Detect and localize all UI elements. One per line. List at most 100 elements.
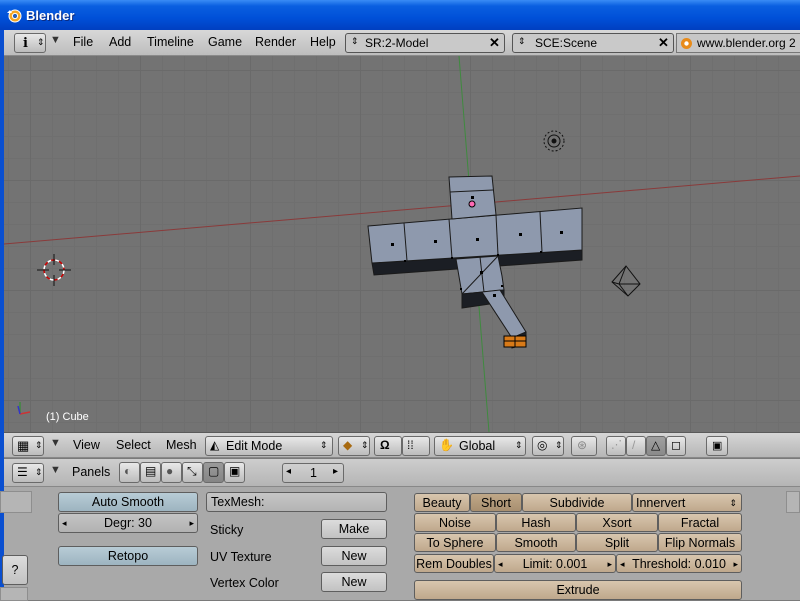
sticky-make-button[interactable]: Make (321, 519, 387, 539)
shading-context-button[interactable]: ● (161, 462, 182, 483)
updown-icon: ⇕ (515, 440, 523, 450)
delete-screen-icon[interactable]: ✕ (489, 35, 500, 51)
updown-icon: ⇕ (37, 37, 45, 47)
draw-type-icon: ◆ (343, 438, 353, 452)
edge-select-icon: / (632, 438, 636, 452)
collapse-triangle-icon[interactable]: ▼ (50, 34, 61, 46)
xsort-button[interactable]: Xsort (576, 513, 658, 532)
blender-org-link[interactable]: www.blender.org 2 (676, 33, 800, 53)
hash-button[interactable]: Hash (496, 513, 576, 532)
lamp-icon (543, 130, 565, 152)
menu-timeline[interactable]: Timeline (147, 35, 194, 49)
image-icon: ▣ (712, 440, 723, 452)
proportional-edit-button[interactable]: ◎ ⇕ (532, 436, 564, 456)
updown-icon: ⇕ (518, 36, 526, 46)
magnet-icon: Ω (380, 438, 390, 452)
updown-icon: ⇕ (555, 440, 563, 450)
menu-file[interactable]: File (73, 35, 93, 49)
menu-game[interactable]: Game (208, 35, 242, 49)
short-toggle[interactable]: Short (470, 493, 522, 512)
texmesh-field[interactable]: TexMesh: (206, 492, 387, 512)
to-sphere-button[interactable]: To Sphere (414, 533, 496, 552)
edge-select-button[interactable]: / (626, 436, 646, 456)
collapse-triangle-icon[interactable]: ▼ (50, 437, 61, 449)
object-context-button[interactable]: ⤡ (182, 462, 203, 483)
edit-mode-icon: ◭ (210, 438, 220, 452)
hand-icon: ✋ (439, 438, 454, 452)
logic-icon: ◐ (124, 464, 132, 478)
viewport-header: ▦ ⇕ ▼ View Select Mesh ◭ Edit Mode ⇕ ◆ ⇕… (4, 432, 800, 458)
vertex-color-new-button[interactable]: New (321, 572, 387, 592)
main-menubar: i ⇕ ▼ File Add Timeline Game Render Help… (4, 30, 800, 56)
snap-icon: ⁞⁞ (407, 438, 414, 452)
vertex-color-label: Vertex Color (210, 576, 279, 590)
right-arrow-icon: ▸ (189, 518, 194, 528)
buttons-header: ☰ ⇕ ▼ Panels ◐ ▤ ● ⤡ ▢ ▣ ◂ 1 ▸ (4, 459, 800, 487)
menu-render[interactable]: Render (255, 35, 296, 49)
smooth-button[interactable]: Smooth (496, 533, 576, 552)
target-icon: ◎ (537, 438, 548, 452)
noise-button[interactable]: Noise (414, 513, 496, 532)
uv-texture-new-button[interactable]: New (321, 546, 387, 566)
scene-context-button[interactable]: ▣ (224, 462, 245, 483)
script-context-button[interactable]: ▤ (140, 462, 161, 483)
scene-name: SCE:Scene (535, 36, 598, 50)
menu-help[interactable]: Help (310, 35, 336, 49)
subdivide-button[interactable]: Subdivide (522, 493, 632, 512)
split-button[interactable]: Split (576, 533, 658, 552)
mesh-cube (367, 175, 583, 349)
window-type-button[interactable]: ▦ ⇕ (12, 436, 44, 456)
menu-select[interactable]: Select (116, 438, 151, 452)
face-select-button[interactable]: △ (646, 436, 666, 456)
snap-button[interactable]: ⁞⁞ (402, 436, 430, 456)
offscreen-panel-right (786, 491, 800, 513)
degr-field[interactable]: ◂ Degr: 30 ▸ (58, 513, 198, 533)
delete-scene-icon[interactable]: ✕ (658, 35, 669, 51)
window-title: Blender (26, 8, 75, 23)
screen-selector[interactable]: ⇕ SR:2-Model ✕ (345, 33, 505, 53)
occlude-icon: ⊛ (577, 438, 588, 452)
page-number-field[interactable]: ◂ 1 ▸ (282, 463, 344, 483)
menu-view[interactable]: View (73, 438, 100, 452)
orientation-selector[interactable]: ✋ Global ⇕ (434, 436, 526, 456)
retopo-toggle[interactable]: Retopo (58, 546, 198, 566)
orientation-label: Global (459, 439, 496, 453)
help-button[interactable]: ? (2, 555, 28, 585)
url-text: www.blender.org 2 (697, 36, 796, 50)
beauty-toggle[interactable]: Beauty (414, 493, 470, 512)
limit-selection-button[interactable]: ◻ (666, 436, 686, 456)
fractal-button[interactable]: Fractal (658, 513, 742, 532)
left-arrow-icon: ◂ (62, 518, 67, 528)
draw-type-button[interactable]: ◆ ⇕ (338, 436, 370, 456)
offscreen-panel (0, 491, 32, 513)
limit-field[interactable]: ◂ Limit: 0.001 ▸ (494, 554, 616, 573)
occlude-button[interactable]: ⊛ (571, 436, 597, 456)
render-button[interactable]: ▣ (706, 436, 728, 456)
logic-context-button[interactable]: ◐ (119, 462, 140, 483)
extrude-button[interactable]: Extrude (414, 580, 742, 600)
sticky-label: Sticky (210, 523, 244, 537)
panels-label[interactable]: Panels (72, 465, 110, 479)
page-number: 1 (310, 466, 317, 480)
threshold-field[interactable]: ◂ Threshold: 0.010 ▸ (616, 554, 742, 573)
mode-selector[interactable]: ◭ Edit Mode ⇕ (205, 436, 333, 456)
collapse-triangle-icon[interactable]: ▼ (50, 464, 61, 476)
window-type-button[interactable]: ☰ ⇕ (12, 463, 44, 483)
flip-normals-button[interactable]: Flip Normals (658, 533, 742, 552)
right-arrow-icon: ▸ (733, 559, 738, 569)
innervert-selector[interactable]: Innervert ⇕ (632, 493, 742, 512)
left-arrow-icon: ◂ (620, 559, 625, 569)
info-window-type-button[interactable]: i ⇕ (14, 33, 46, 53)
auto-smooth-toggle[interactable]: Auto Smooth (58, 492, 198, 512)
vertex-select-button[interactable]: ⋰ (606, 436, 626, 456)
window-titlebar: Blender (0, 0, 800, 30)
pivot-button[interactable]: Ω (374, 436, 402, 456)
menu-mesh[interactable]: Mesh (166, 438, 197, 452)
menu-add[interactable]: Add (109, 35, 131, 49)
editing-context-button[interactable]: ▢ (203, 462, 224, 483)
3d-viewport[interactable]: (1) Cube (4, 56, 800, 432)
blender-logo-icon (7, 9, 22, 23)
rem-doubles-button[interactable]: Rem Doubles (414, 554, 494, 573)
updown-icon: ⇕ (351, 36, 359, 46)
scene-selector[interactable]: ⇕ SCE:Scene ✕ (512, 33, 674, 53)
